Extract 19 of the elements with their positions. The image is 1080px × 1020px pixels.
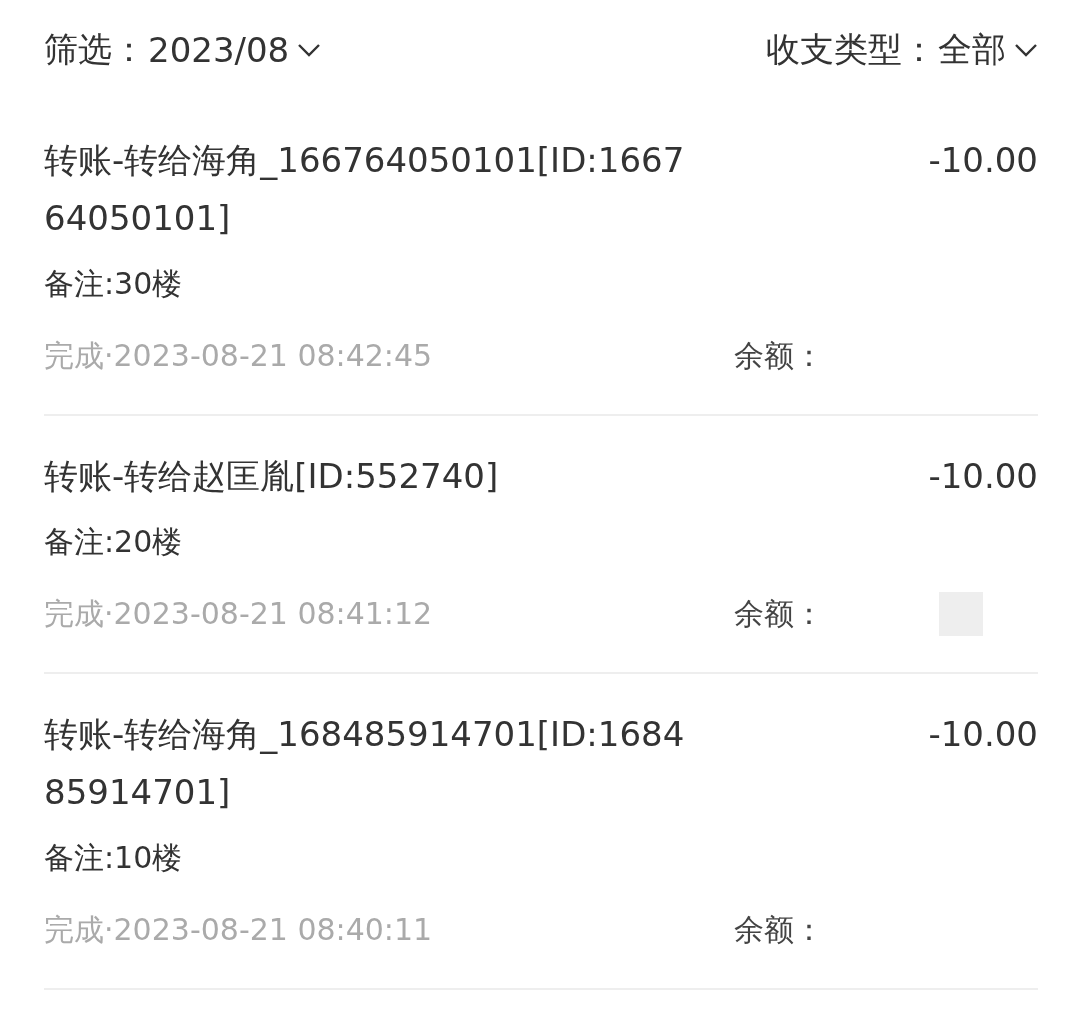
type-filter[interactable]: 收支类型：全部	[766, 27, 1038, 73]
status-time: 完成·2023-08-21 08:40:11	[44, 911, 434, 949]
balance-label: 余额：	[734, 337, 824, 375]
status-time: 完成·2023-08-21 08:41:12	[44, 595, 434, 633]
chevron-down-icon	[297, 43, 322, 57]
amount: -10.00	[928, 455, 1038, 498]
transaction-note: 备注:30楼	[44, 265, 184, 303]
balance-label: 余额：	[734, 595, 824, 633]
amount: -10.00	[928, 713, 1038, 756]
chevron-down-icon	[1014, 43, 1038, 57]
status-time: 完成·2023-08-21 08:42:45	[44, 337, 434, 375]
month-filter[interactable]: 筛选：2023/08	[44, 27, 322, 73]
transaction-note: 备注:20楼	[44, 523, 184, 561]
transaction-title: 转账-转给海角_168485914701[ID:1684 85914701]	[44, 713, 685, 814]
amount: -10.00	[928, 139, 1038, 182]
transaction-title: 转账-转给海角_166764050101[ID:1667 64050101]	[44, 139, 685, 240]
balance-label: 余额：	[734, 911, 824, 949]
transaction-title: 转账-转给赵匡胤[ID:552740]	[44, 455, 499, 498]
transaction-note: 备注:10楼	[44, 839, 184, 877]
